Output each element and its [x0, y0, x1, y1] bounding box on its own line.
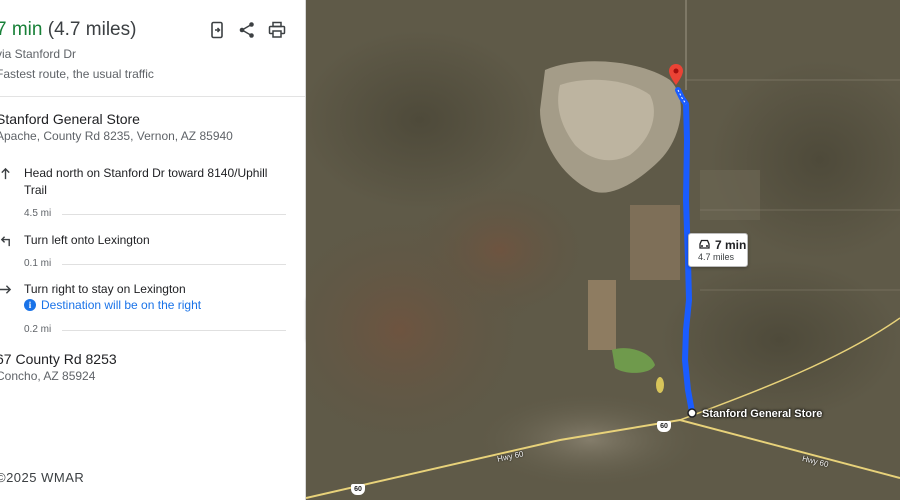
step-divider: [62, 264, 286, 265]
destination-name: 67 County Rd 8253: [0, 351, 117, 367]
route-traffic-note: Fastest route, the usual traffic: [0, 67, 154, 81]
open-in-phone-icon: [211, 21, 223, 39]
send-to-phone-button[interactable]: [207, 20, 227, 40]
destination-pin-icon[interactable]: [669, 64, 683, 86]
destination-address: Concho, AZ 85924: [0, 369, 96, 383]
step-instruction: Turn right to stay on Lexington: [24, 282, 186, 296]
callout-distance: 4.7 miles: [698, 252, 735, 262]
origin-marker-icon[interactable]: [687, 408, 697, 418]
directions-panel: 7 min (4.7 miles) via Stanford Dr Fastes…: [0, 0, 306, 500]
satellite-map[interactable]: [306, 0, 900, 500]
turn-left-icon: [0, 233, 12, 247]
origin-map-label[interactable]: Stanford General Store: [702, 408, 822, 420]
route-duration-distance: (4.7 miles): [47, 19, 137, 40]
print-button[interactable]: [267, 20, 287, 40]
share-button[interactable]: [237, 20, 257, 40]
print-icon: [268, 21, 286, 38]
car-icon: [699, 239, 710, 249]
highway-shield: 60: [657, 421, 671, 432]
arrow-up-icon: [0, 166, 12, 180]
info-icon: i: [24, 299, 36, 311]
route-duration: 7 min (4.7 miles): [0, 19, 136, 41]
turn-right-icon: [0, 282, 12, 296]
route-actions: [207, 20, 287, 40]
origin-name: Stanford General Store: [0, 111, 140, 127]
route-summary: 7 min (4.7 miles) via Stanford Dr Fastes…: [0, 0, 305, 97]
step-instruction: Turn left onto Lexington: [24, 233, 150, 247]
callout-duration: 7 min: [715, 238, 747, 252]
copyright-footer: ©2025 WMAR: [0, 470, 85, 485]
step-divider: [62, 214, 286, 215]
satellite-imagery: [306, 0, 900, 500]
origin-address: Apache, County Rd 8235, Vernon, AZ 85940: [0, 129, 233, 143]
route-duration-callout[interactable]: 7 min 4.7 miles: [688, 233, 748, 267]
route-duration-time: 7 min: [0, 19, 43, 40]
destination-side-text: Destination will be on the right: [41, 298, 202, 312]
highway-shield: 60: [351, 484, 365, 495]
step-instruction: Head north on Stanford Dr toward 8140/Up…: [24, 166, 268, 197]
route-via: via Stanford Dr: [0, 47, 77, 61]
step-distance: 0.1 mi: [24, 258, 52, 269]
destination-side-info: i Destination will be on the right: [24, 298, 201, 312]
share-icon: [239, 22, 254, 38]
step-distance: 0.2 mi: [24, 324, 52, 335]
step-distance: 4.5 mi: [24, 208, 52, 219]
step-divider: [62, 330, 286, 331]
